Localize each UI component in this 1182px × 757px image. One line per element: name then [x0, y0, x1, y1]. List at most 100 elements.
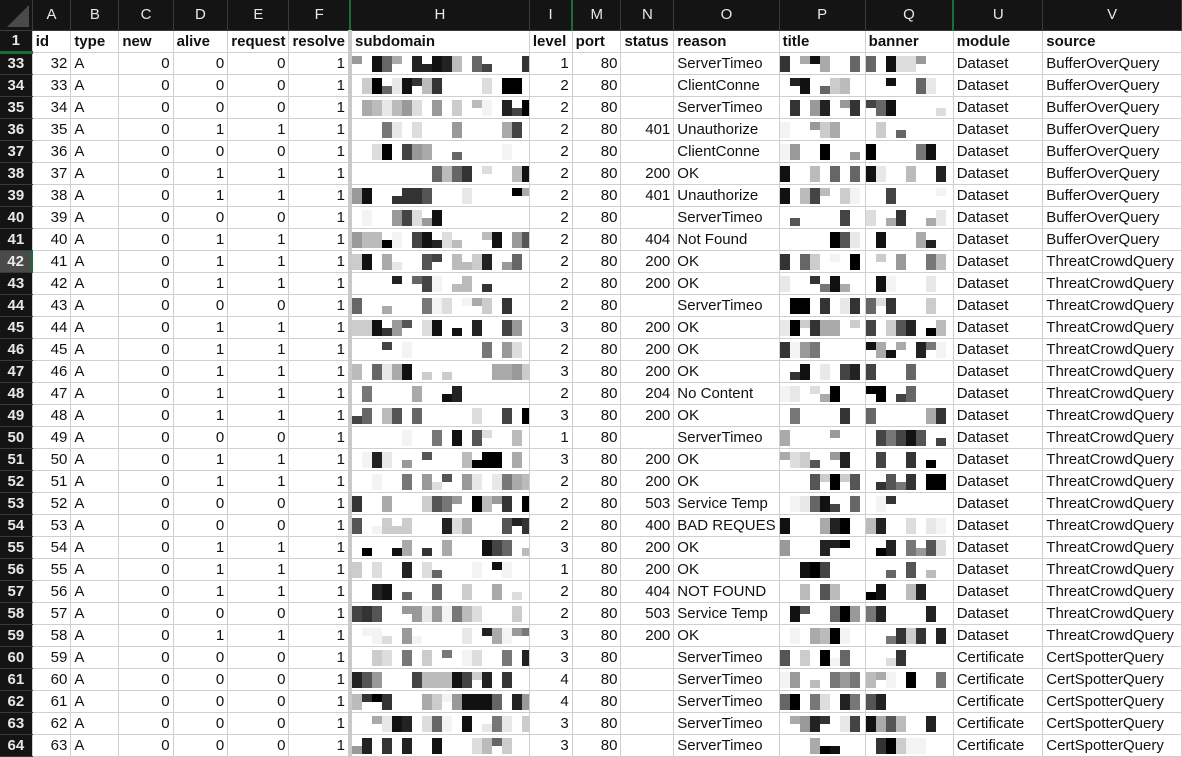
cell-type[interactable]: A	[70, 404, 120, 427]
cell-id[interactable]: 49	[32, 426, 72, 449]
cell-type[interactable]: A	[70, 602, 120, 625]
cell-level[interactable]: 2	[529, 382, 573, 405]
row-number[interactable]: 53	[0, 492, 33, 515]
cell-request[interactable]: 0	[227, 426, 290, 449]
cell-new[interactable]: 0	[118, 602, 174, 625]
header-cell-port[interactable]: port	[572, 30, 622, 53]
cell-new[interactable]: 0	[118, 206, 174, 229]
cell-banner[interactable]	[865, 690, 954, 713]
cell-request[interactable]: 0	[227, 206, 290, 229]
cell-source[interactable]: ThreatCrowdQuery	[1042, 514, 1182, 537]
cell-reason[interactable]: ServerTimeo	[673, 96, 780, 119]
cell-source[interactable]: ThreatCrowdQuery	[1042, 624, 1182, 647]
cell-id[interactable]: 57	[32, 602, 72, 625]
cell-level[interactable]: 4	[529, 668, 573, 691]
cell-resolve[interactable]: 1	[288, 536, 351, 559]
row-number[interactable]: 46	[0, 338, 33, 361]
cell-level[interactable]: 2	[529, 580, 573, 603]
cell-status[interactable]: 200	[620, 404, 675, 427]
cell-port[interactable]: 80	[572, 734, 622, 757]
cell-banner[interactable]	[865, 338, 954, 361]
cell-type[interactable]: A	[70, 690, 120, 713]
cell-module[interactable]: Dataset	[953, 448, 1044, 471]
cell-type[interactable]: A	[70, 140, 120, 163]
cell-source[interactable]: ThreatCrowdQuery	[1042, 294, 1182, 317]
cell-type[interactable]: A	[70, 536, 120, 559]
cell-port[interactable]: 80	[572, 250, 622, 273]
cell-status[interactable]: 200	[620, 470, 675, 493]
row-number[interactable]: 48	[0, 382, 33, 405]
cell-banner[interactable]	[865, 602, 954, 625]
cell-status[interactable]	[620, 52, 675, 75]
cell-type[interactable]: A	[70, 360, 120, 383]
cell-resolve[interactable]: 1	[288, 580, 351, 603]
cell-alive[interactable]: 1	[173, 404, 229, 427]
cell-new[interactable]: 0	[118, 448, 174, 471]
cell-status[interactable]	[620, 690, 675, 713]
cell-type[interactable]: A	[70, 206, 120, 229]
cell-alive[interactable]: 1	[173, 338, 229, 361]
cell-source[interactable]: BufferOverQuery	[1042, 96, 1182, 119]
cell-source[interactable]: ThreatCrowdQuery	[1042, 448, 1182, 471]
cell-banner[interactable]	[865, 316, 954, 339]
row-number[interactable]: 47	[0, 360, 33, 383]
cell-level[interactable]: 3	[529, 712, 573, 735]
cell-reason[interactable]: No Content	[673, 382, 780, 405]
cell-module[interactable]: Dataset	[953, 558, 1044, 581]
cell-subdomain[interactable]	[347, 404, 530, 427]
cell-resolve[interactable]: 1	[288, 96, 351, 119]
cell-banner[interactable]	[865, 624, 954, 647]
cell-resolve[interactable]: 1	[288, 734, 351, 757]
column-header-h[interactable]: H	[350, 0, 530, 31]
cell-banner[interactable]	[865, 360, 954, 383]
cell-id[interactable]: 36	[32, 140, 72, 163]
cell-reason[interactable]: ClientConne	[673, 140, 780, 163]
cell-title[interactable]	[779, 96, 866, 119]
row-number[interactable]: 45	[0, 316, 33, 339]
cell-title[interactable]	[779, 492, 866, 515]
column-header-u[interactable]: U	[953, 0, 1044, 31]
cell-subdomain[interactable]	[347, 338, 530, 361]
cell-banner[interactable]	[865, 448, 954, 471]
header-cell-subdomain[interactable]: subdomain	[347, 30, 530, 53]
cell-status[interactable]: 404	[620, 228, 675, 251]
column-header-o[interactable]: O	[673, 0, 780, 31]
cell-level[interactable]: 2	[529, 492, 573, 515]
row-number[interactable]: 36	[0, 118, 33, 141]
cell-module[interactable]: Dataset	[953, 338, 1044, 361]
cell-id[interactable]: 45	[32, 338, 72, 361]
cell-banner[interactable]	[865, 118, 954, 141]
cell-level[interactable]: 3	[529, 536, 573, 559]
cell-source[interactable]: ThreatCrowdQuery	[1042, 536, 1182, 559]
cell-level[interactable]: 2	[529, 602, 573, 625]
cell-level[interactable]: 3	[529, 360, 573, 383]
cell-banner[interactable]	[865, 96, 954, 119]
cell-request[interactable]: 0	[227, 514, 290, 537]
cell-subdomain[interactable]	[347, 536, 530, 559]
cell-type[interactable]: A	[70, 426, 120, 449]
cell-subdomain[interactable]	[347, 162, 530, 185]
cell-reason[interactable]: OK	[673, 558, 780, 581]
cell-subdomain[interactable]	[347, 382, 530, 405]
cell-title[interactable]	[779, 426, 866, 449]
cell-type[interactable]: A	[70, 162, 120, 185]
cell-reason[interactable]: OK	[673, 536, 780, 559]
cell-status[interactable]: 200	[620, 624, 675, 647]
cell-title[interactable]	[779, 448, 866, 471]
cell-request[interactable]: 0	[227, 492, 290, 515]
cell-banner[interactable]	[865, 162, 954, 185]
cell-resolve[interactable]: 1	[288, 712, 351, 735]
cell-alive[interactable]: 1	[173, 184, 229, 207]
cell-type[interactable]: A	[70, 184, 120, 207]
cell-subdomain[interactable]	[347, 734, 530, 757]
cell-banner[interactable]	[865, 668, 954, 691]
cell-type[interactable]: A	[70, 514, 120, 537]
cell-type[interactable]: A	[70, 668, 120, 691]
cell-subdomain[interactable]	[347, 492, 530, 515]
cell-request[interactable]: 0	[227, 74, 290, 97]
cell-source[interactable]: ThreatCrowdQuery	[1042, 338, 1182, 361]
cell-request[interactable]: 1	[227, 536, 290, 559]
cell-id[interactable]: 43	[32, 294, 72, 317]
cell-module[interactable]: Dataset	[953, 316, 1044, 339]
header-cell-alive[interactable]: alive	[173, 30, 229, 53]
